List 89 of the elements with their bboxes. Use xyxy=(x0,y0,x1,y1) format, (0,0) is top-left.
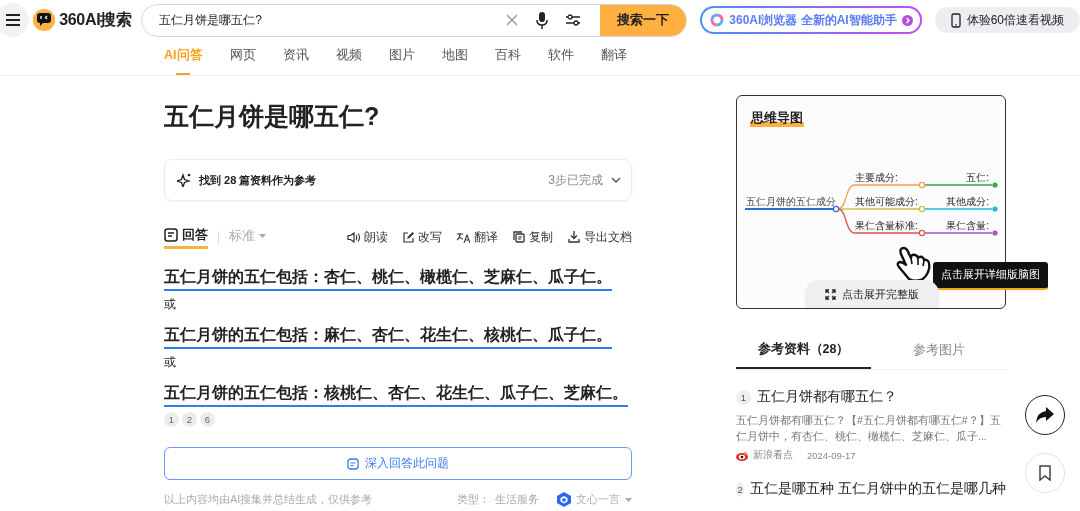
nav-tab[interactable]: 软件 xyxy=(547,47,574,75)
reference-tab[interactable]: 参考资料（28） xyxy=(736,331,871,369)
bookmark-icon xyxy=(1039,465,1051,481)
rewrite-button[interactable]: 改写 xyxy=(403,229,442,245)
citation-badge[interactable]: 6 xyxy=(200,412,215,427)
leaf-line xyxy=(924,208,993,210)
arrow-circle-icon xyxy=(901,14,913,26)
copy-icon xyxy=(513,231,525,243)
nav-tab[interactable]: 翻译 xyxy=(600,47,627,75)
logo-icon xyxy=(33,9,56,31)
sources-text: 找到 28 篇资料作为参考 xyxy=(199,172,318,188)
answer-mode-tab[interactable]: 回答 xyxy=(164,225,208,249)
menu-button[interactable] xyxy=(0,3,30,37)
answer-icon xyxy=(164,227,178,242)
citation-badge[interactable]: 1 xyxy=(164,412,179,427)
reference-tab[interactable]: 参考图片 xyxy=(871,331,1006,369)
speaker-icon xyxy=(347,231,360,243)
download-icon xyxy=(568,231,580,243)
video-speed-button[interactable]: 体验60倍速看视频 xyxy=(934,7,1080,33)
microphone-icon[interactable] xyxy=(536,11,549,29)
nav-tab[interactable]: 图片 xyxy=(388,47,415,75)
mindmap-branch-label: 其他可能成分: xyxy=(855,196,918,207)
separator-text: 或 xyxy=(164,296,177,313)
chat-icon xyxy=(347,457,359,470)
nav-tab[interactable]: 网页 xyxy=(229,47,256,75)
share-button[interactable] xyxy=(1025,395,1065,435)
nav-tab[interactable]: 视频 xyxy=(335,47,362,75)
mind-map-title: 思维导图 xyxy=(750,109,804,127)
mindmap-branch-label: 果仁含量标准: xyxy=(855,220,918,231)
edit-icon xyxy=(403,231,414,243)
chevron-down-icon[interactable] xyxy=(611,177,621,183)
browser-logo-icon xyxy=(710,13,725,27)
logo-text: 360AI搜索 xyxy=(59,9,132,30)
disclaimer-text: 以上内容均由AI搜集并总结生成，仅供参考 xyxy=(164,492,373,507)
answer-statement: 五仁月饼的五仁包括：核桃仁、杏仁、花生仁、瓜子仁、芝麻仁。 xyxy=(164,383,628,407)
citation-badge[interactable]: 2 xyxy=(182,412,197,427)
separator-text: 或 xyxy=(164,354,177,371)
branch-line xyxy=(854,232,920,234)
eye-logo-icon xyxy=(736,450,748,461)
reference-title-link[interactable]: 五仁是哪五种 五仁月饼中的五仁是哪几种 xyxy=(750,480,1006,498)
leaf-line xyxy=(924,232,993,234)
mindmap-root-label: 五仁月饼的五仁成分 xyxy=(746,196,836,207)
answer-statement: 五仁月饼的五仁包括：麻仁、杏仁、花生仁、核桃仁、瓜子仁。 xyxy=(164,325,612,349)
leaf-line xyxy=(924,184,993,186)
menu-icon[interactable] xyxy=(5,14,20,26)
nav-tab[interactable]: 百科 xyxy=(494,47,521,75)
browser-promo-button[interactable]: 360AI浏览器 全新的AI智能助手 xyxy=(700,6,922,34)
root-node-dot xyxy=(832,205,840,213)
pointing-hand-icon xyxy=(895,244,933,282)
question-title: 五仁月饼是哪五仁? xyxy=(164,101,381,132)
bookmark-button[interactable] xyxy=(1025,453,1065,493)
reference-number: 1 xyxy=(736,389,751,405)
answer-statement: 五仁月饼的五仁包括：杏仁、桃仁、橄榄仁、芝麻仁、瓜子仁。 xyxy=(164,267,612,291)
sparkle-icon xyxy=(177,173,191,187)
mindmap-branch-label: 主要成分: xyxy=(855,172,898,183)
sources-bar[interactable]: 找到 28 篇资料作为参考 3步已完成 xyxy=(164,159,632,201)
copy-button[interactable]: 复制 xyxy=(513,229,553,245)
sliders-icon[interactable] xyxy=(566,14,581,26)
mindmap-leaf-label: 五仁: xyxy=(966,172,989,183)
reference-date: 2024-09-17 xyxy=(807,450,856,461)
read-button[interactable]: 朗读 xyxy=(347,229,388,245)
nav-tab[interactable]: 地图 xyxy=(441,47,468,75)
status-text: 3步已完成 xyxy=(548,171,603,189)
search-button[interactable]: 搜索一下 xyxy=(600,4,687,36)
reference-snippet: 五仁月饼都有哪五仁？【#五仁月饼都有哪五仁#？】五仁月饼中，有杏仁、桃仁、橄榄仁、芝麻仁、瓜子... xyxy=(736,413,1002,444)
mindmap-leaf-label: 果仁含量: xyxy=(946,220,989,231)
reference-number: 2 xyxy=(736,481,745,497)
tooltip: 点击展开详细版脑图 xyxy=(933,262,1048,290)
branch-line xyxy=(854,208,920,210)
reference-source: 新浪看点 xyxy=(753,449,793,462)
type-value: 生活服务 xyxy=(495,492,539,507)
export-button[interactable]: 导出文档 xyxy=(568,229,632,245)
model-logo-icon xyxy=(557,492,571,507)
expand-icon xyxy=(825,288,836,300)
promo-text: 360AI浏览器 全新的AI智能助手 xyxy=(729,11,897,29)
translate-icon xyxy=(457,231,470,243)
caret-icon xyxy=(259,234,266,238)
expand-mind-map-button[interactable]: 点击展开完整版 xyxy=(805,280,939,308)
branch-line xyxy=(854,184,920,186)
mindmap-leaf-label: 其他成分: xyxy=(946,196,989,207)
translate-button[interactable]: 翻译 xyxy=(457,229,498,245)
share-arrow-icon xyxy=(1036,407,1054,423)
nav-tab[interactable]: 资讯 xyxy=(282,47,309,75)
reference-title-link[interactable]: 五仁月饼都有哪五仁？ xyxy=(757,388,897,406)
caret-icon xyxy=(625,497,632,502)
clear-icon[interactable] xyxy=(506,14,519,26)
phone-icon xyxy=(950,12,961,28)
type-label: 类型： xyxy=(457,492,490,507)
deep-answer-button[interactable]: 深入回答此问题 xyxy=(164,447,632,480)
